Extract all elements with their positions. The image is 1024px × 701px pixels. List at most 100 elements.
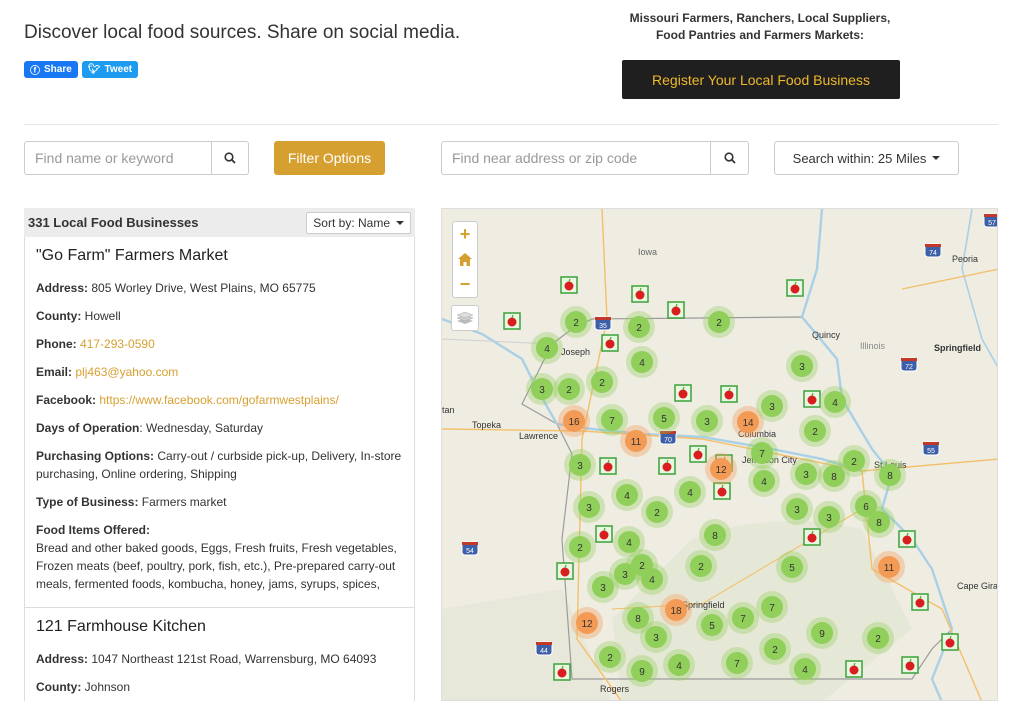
- apple-marker-icon[interactable]: [674, 384, 692, 402]
- map-cluster[interactable]: 7: [596, 404, 628, 436]
- apple-marker-icon[interactable]: [720, 385, 738, 403]
- map-cluster[interactable]: 7: [746, 437, 778, 469]
- apple-marker-icon[interactable]: [901, 656, 919, 674]
- promo-line-1: Missouri Farmers, Ranchers, Local Suppli…: [629, 11, 891, 25]
- map-cluster[interactable]: 7: [721, 647, 753, 679]
- home-button[interactable]: [453, 247, 477, 272]
- map-cluster[interactable]: 7: [756, 591, 788, 623]
- apple-marker-icon[interactable]: [803, 390, 821, 408]
- map-cluster[interactable]: 2: [799, 415, 831, 447]
- map-cluster[interactable]: 18: [660, 594, 692, 626]
- apple-marker-icon[interactable]: [941, 633, 959, 651]
- map-cluster[interactable]: 2: [560, 306, 592, 338]
- map-cluster[interactable]: 3: [781, 493, 813, 525]
- map-cluster[interactable]: 2: [759, 633, 791, 665]
- email-link[interactable]: plj463@yahoo.com: [75, 365, 178, 379]
- business-map[interactable]: Iowa Peoria Quincy Illinois Springfield …: [441, 208, 998, 701]
- map-cluster[interactable]: 4: [819, 386, 851, 418]
- zoom-in-button[interactable]: +: [453, 222, 477, 247]
- address-search-input[interactable]: [442, 142, 711, 174]
- map-cluster[interactable]: 12: [705, 453, 737, 485]
- business-name[interactable]: "Go Farm" Farmers Market: [36, 247, 403, 265]
- search-radius-dropdown[interactable]: Search within: 25 Miles: [774, 141, 959, 175]
- apple-marker-icon[interactable]: [713, 482, 731, 500]
- address-search-button[interactable]: [710, 142, 748, 174]
- map-cluster[interactable]: 4: [611, 479, 643, 511]
- apple-marker-icon[interactable]: [631, 285, 649, 303]
- apple-marker-icon[interactable]: [556, 562, 574, 580]
- map-cluster[interactable]: 4: [748, 465, 780, 497]
- map-cluster[interactable]: 4: [789, 653, 821, 685]
- map-cluster[interactable]: 5: [696, 609, 728, 641]
- map-canvas[interactable]: Iowa Peoria Quincy Illinois Springfield …: [442, 209, 998, 701]
- map-cluster[interactable]: 4: [531, 332, 563, 364]
- apple-marker-icon[interactable]: [595, 525, 613, 543]
- apple-marker-icon[interactable]: [845, 660, 863, 678]
- map-cluster[interactable]: 4: [626, 346, 658, 378]
- map-cluster[interactable]: 9: [806, 617, 838, 649]
- map-cluster[interactable]: 12: [571, 607, 603, 639]
- map-cluster[interactable]: 2: [641, 496, 673, 528]
- map-cluster[interactable]: 5: [648, 402, 680, 434]
- map-cluster[interactable]: 3: [786, 350, 818, 382]
- map-cluster[interactable]: 2: [594, 641, 626, 673]
- map-cluster[interactable]: 16: [558, 405, 590, 437]
- map-cluster[interactable]: 3: [790, 458, 822, 490]
- apple-marker-icon[interactable]: [898, 530, 916, 548]
- apple-marker-icon[interactable]: [786, 279, 804, 297]
- map-cluster[interactable]: 2: [703, 306, 735, 338]
- map-cluster[interactable]: 2: [626, 549, 658, 581]
- map-cluster[interactable]: 8: [863, 506, 895, 538]
- apple-marker-icon[interactable]: [667, 301, 685, 319]
- layers-button[interactable]: [451, 305, 479, 331]
- map-cluster[interactable]: 3: [756, 390, 788, 422]
- zoom-out-button[interactable]: −: [453, 272, 477, 297]
- list-item[interactable]: 121 Farmhouse Kitchen Address: 1047 Nort…: [25, 608, 414, 701]
- twitter-tweet-button[interactable]: 🐦︎ Tweet: [81, 61, 139, 78]
- map-cluster[interactable]: 2: [838, 445, 870, 477]
- map-cluster[interactable]: 11: [620, 425, 652, 457]
- map-cluster[interactable]: 2: [862, 622, 894, 654]
- apple-marker-icon[interactable]: [658, 457, 676, 475]
- map-cluster[interactable]: 9: [626, 655, 658, 687]
- map-cluster[interactable]: 11: [873, 551, 905, 583]
- apple-marker-icon[interactable]: [601, 334, 619, 352]
- map-cluster[interactable]: 2: [564, 531, 596, 563]
- map-cluster[interactable]: 3: [573, 491, 605, 523]
- phone-link[interactable]: 417-293-0590: [80, 337, 155, 351]
- list-item[interactable]: "Go Farm" Farmers Market Address: 805 Wo…: [25, 237, 414, 608]
- filter-options-button[interactable]: Filter Options: [274, 141, 385, 175]
- keyword-search-input[interactable]: [25, 142, 211, 174]
- map-cluster[interactable]: 3: [640, 621, 672, 653]
- map-cluster[interactable]: 3: [813, 501, 845, 533]
- apple-marker-icon[interactable]: [560, 276, 578, 294]
- map-cluster[interactable]: 2: [553, 373, 585, 405]
- apple-marker-icon[interactable]: [503, 312, 521, 330]
- map-cluster[interactable]: 8: [874, 459, 906, 491]
- map-cluster-count: 2: [577, 543, 583, 554]
- map-cluster[interactable]: 3: [691, 405, 723, 437]
- map-cluster[interactable]: 7: [727, 602, 759, 634]
- map-cluster[interactable]: 3: [587, 571, 619, 603]
- apple-marker-icon[interactable]: [553, 663, 571, 681]
- register-business-button[interactable]: Register Your Local Food Business: [622, 60, 900, 99]
- map-cluster[interactable]: 4: [663, 649, 695, 681]
- map-cluster[interactable]: 2: [623, 311, 655, 343]
- map-cluster-count: 7: [734, 659, 740, 670]
- apple-marker-icon[interactable]: [911, 593, 929, 611]
- map-cluster[interactable]: 8: [699, 519, 731, 551]
- map-cluster[interactable]: 2: [586, 366, 618, 398]
- apple-marker-icon[interactable]: [599, 457, 617, 475]
- business-name[interactable]: 121 Farmhouse Kitchen: [36, 618, 403, 636]
- apple-marker-icon[interactable]: [803, 528, 821, 546]
- keyword-search-button[interactable]: [211, 142, 248, 174]
- sort-dropdown[interactable]: Sort by: Name: [306, 211, 411, 234]
- map-cluster[interactable]: 2: [685, 550, 717, 582]
- facebook-link[interactable]: https://www.facebook.com/gofarmwestplain…: [99, 393, 338, 407]
- map-cluster[interactable]: 5: [776, 551, 808, 583]
- map-cluster[interactable]: 3: [564, 449, 596, 481]
- results-list[interactable]: "Go Farm" Farmers Market Address: 805 Wo…: [24, 237, 415, 701]
- map-cluster[interactable]: 4: [674, 476, 706, 508]
- apple-marker-icon[interactable]: [689, 445, 707, 463]
- facebook-share-button[interactable]: ⓕ Share: [24, 61, 78, 78]
